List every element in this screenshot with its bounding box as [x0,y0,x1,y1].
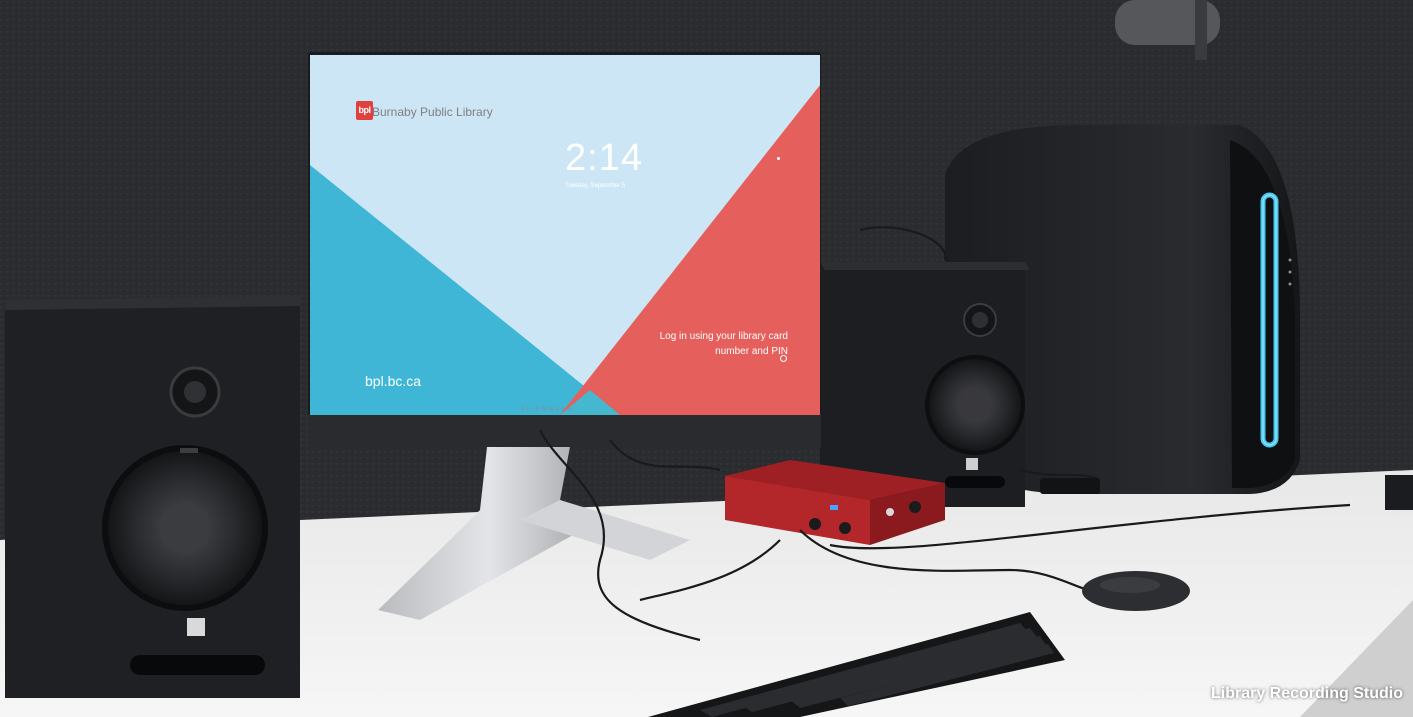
lock-screen: bpl Burnaby Public Library 2:14 Tuesday,… [310,55,820,415]
photo-scene: bpl Burnaby Public Library 2:14 Tuesday,… [0,0,1413,717]
lock-screen-date: Tuesday, September 5 [565,183,626,189]
library-logo-icon: bpl [356,101,373,120]
monitor-brand-label: ALIENWARE [521,407,575,413]
library-name: Burnaby Public Library [372,105,493,119]
cursor-dot [777,157,780,160]
lock-screen-time: 2:14 [565,137,643,179]
desk-rail [1385,475,1413,510]
photo-caption: Library Recording Studio [1210,685,1403,702]
power-icon[interactable] [780,355,787,362]
library-website: bpl.bc.ca [365,373,422,389]
usb-hub [1040,478,1100,494]
login-prompt: Log in using your library card number an… [659,331,788,357]
